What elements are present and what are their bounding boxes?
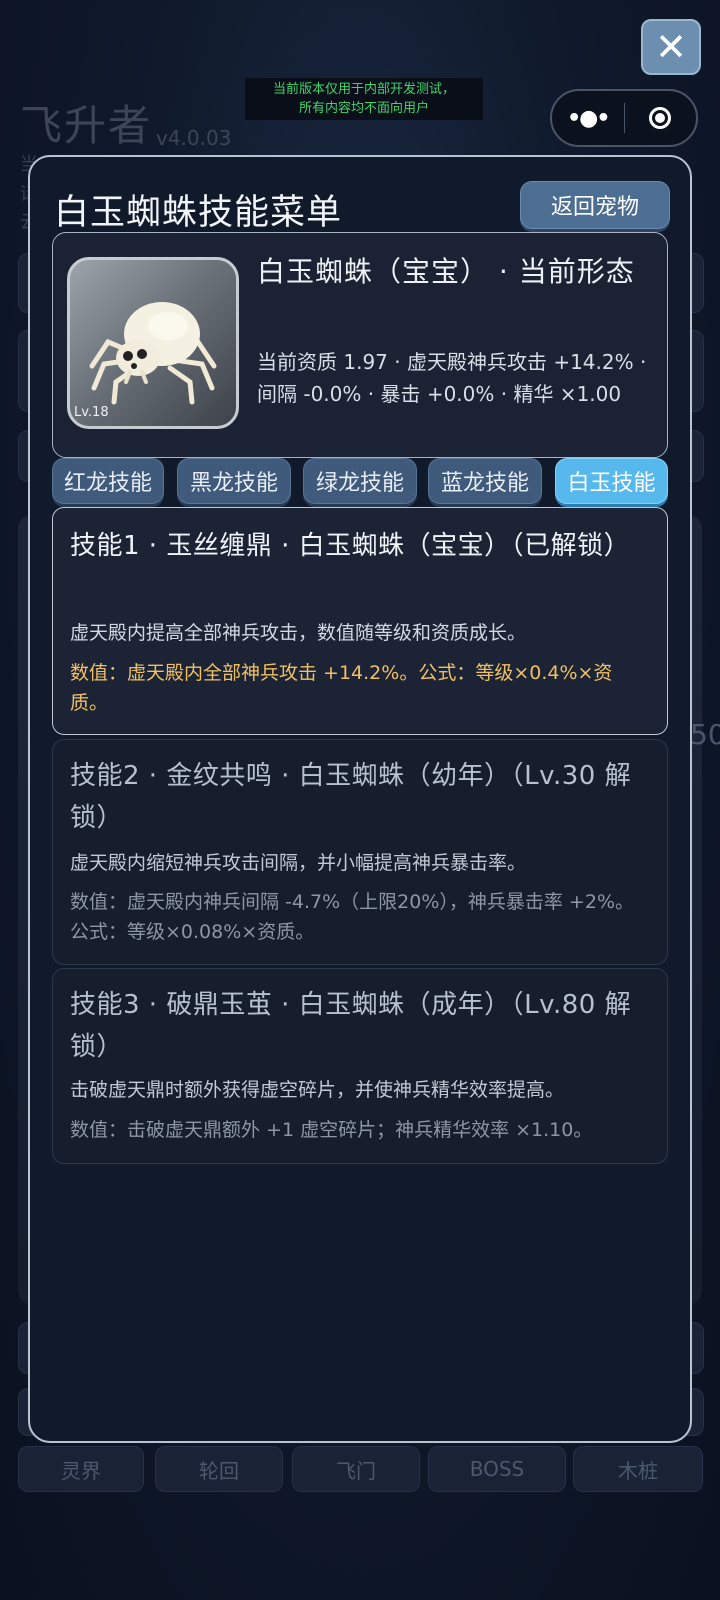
tab-blue-dragon-skills[interactable]: 蓝龙技能	[428, 458, 542, 504]
nav-muzhuang-button[interactable]: 木桩	[573, 1446, 703, 1492]
white-spider-icon	[89, 302, 217, 405]
skill-card-2: 技能2 · 金纹共鸣 · 白玉蜘蛛（幼年）（Lv.30 解锁） 虚天殿内缩短神兵…	[52, 739, 668, 965]
skill-value: 数值：虚天殿内神兵间隔 -4.7%（上限20%），神兵暴击率 +2%。公式：等级…	[70, 891, 634, 943]
background-edge-number: 50	[690, 718, 720, 751]
pet-name: 白玉蜘蛛（宝宝） · 当前形态	[257, 255, 635, 288]
pet-level-label: Lv.18	[74, 405, 109, 420]
skill-card-3: 技能3 · 破鼎玉茧 · 白玉蜘蛛（成年）（Lv.80 解锁） 击破虚天鼎时额外…	[52, 968, 668, 1164]
target-circle-icon	[649, 107, 672, 129]
close-icon: ✕	[655, 25, 687, 69]
skill-card-1: 技能1 · 玉丝缠鼎 · 白玉蜘蛛（宝宝）（已解锁） 虚天殿内提高全部神兵攻击，…	[52, 507, 668, 735]
skill-description: 虚天殿内缩短神兵攻击间隔，并小幅提高神兵暴击率。	[70, 852, 527, 874]
nav-lunhui-button[interactable]: 轮回	[155, 1446, 283, 1492]
skill-description: 虚天殿内提高全部神兵攻击，数值随等级和资质成长。	[70, 622, 527, 644]
notice-line: 当前版本仅用于内部开发测试，	[272, 82, 455, 97]
close-button[interactable]: ✕	[641, 19, 701, 75]
nav-lingjie-button[interactable]: 灵界	[18, 1446, 144, 1492]
miniprogram-capsule: •●•	[550, 89, 698, 147]
background-version: v4.0.03	[156, 126, 232, 150]
nav-feimen-button[interactable]: 飞门	[292, 1446, 420, 1492]
tab-white-jade-skills[interactable]: 白玉技能	[555, 458, 668, 504]
skill-value: 数值：击破虚天鼎额外 +1 虚空碎片；神兵精华效率 ×1.10。	[70, 1119, 593, 1141]
skill-description: 击破虚天鼎时额外获得虚空碎片，并使神兵精华效率提高。	[70, 1079, 565, 1101]
tab-black-dragon-skills[interactable]: 黑龙技能	[177, 458, 291, 504]
notice-line: 所有内容均不面向用户	[298, 101, 429, 116]
skill-value: 数值：虚天殿内全部神兵攻击 +14.2%。公式：等级×0.4%×资质。	[70, 662, 613, 714]
skill-title: 技能1 · 玉丝缠鼎 · 白玉蜘蛛（宝宝）（已解锁）	[70, 531, 631, 561]
pet-stats: 当前资质 1.97 · 虚天殿神兵攻击 +14.2% · 间隔 -0.0% · …	[257, 350, 647, 406]
tab-green-dragon-skills[interactable]: 绿龙技能	[303, 458, 417, 504]
capsule-exit-button[interactable]	[625, 107, 697, 129]
more-dots-icon[interactable]: •●•	[552, 106, 624, 131]
nav-boss-button[interactable]: BOSS	[428, 1446, 566, 1492]
skill-title: 技能2 · 金纹共鸣 · 白玉蜘蛛（幼年）（Lv.30 解锁）	[70, 761, 632, 833]
pet-avatar: Lv.18	[67, 257, 239, 429]
tab-red-dragon-skills[interactable]: 红龙技能	[52, 458, 164, 504]
back-to-pet-button[interactable]: 返回宠物	[520, 181, 670, 229]
dev-test-notice: 当前版本仅用于内部开发测试， 所有内容均不面向用户	[245, 78, 483, 120]
modal-title: 白玉蜘蛛技能菜单	[54, 193, 343, 233]
background-app-title: 飞升者	[20, 101, 153, 150]
skill-title: 技能3 · 破鼎玉茧 · 白玉蜘蛛（成年）（Lv.80 解锁）	[70, 990, 632, 1062]
